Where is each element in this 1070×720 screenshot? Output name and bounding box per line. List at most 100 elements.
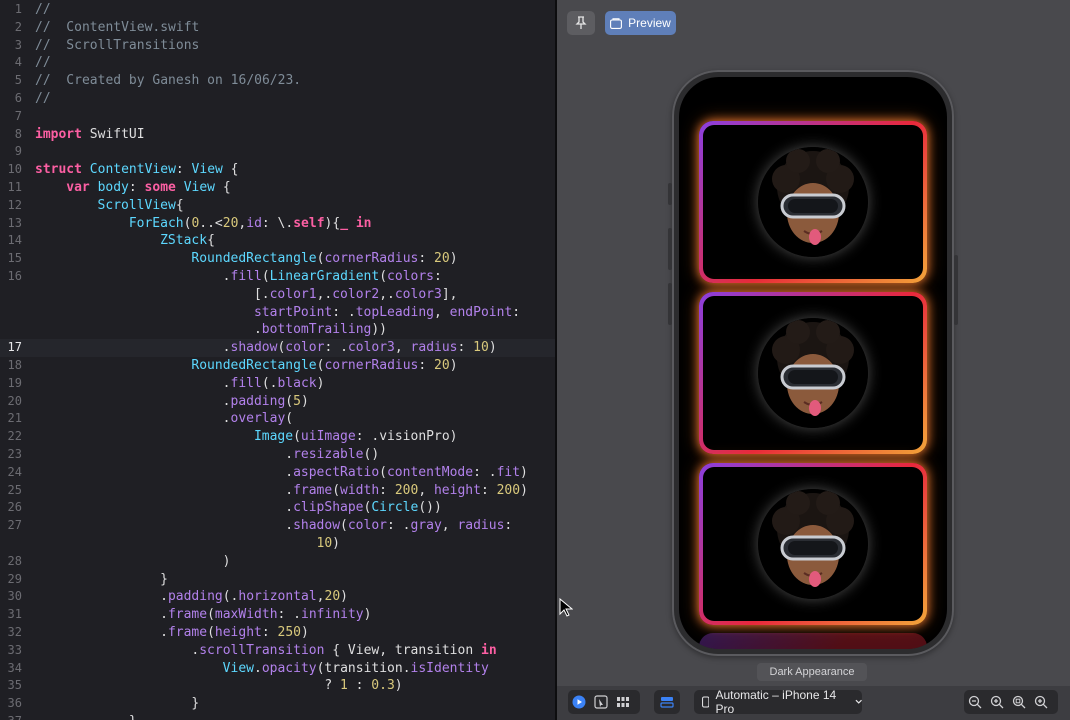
line-number: 17 [7, 340, 22, 355]
code-line[interactable]: 19 .fill(.black) [0, 375, 555, 393]
zoom-fit-button[interactable] [1008, 691, 1030, 713]
code-token: 200 [394, 482, 419, 498]
code-line[interactable]: 5 // Created by Ganesh on 16/06/23. [0, 72, 555, 90]
line-number: 29 [7, 571, 22, 586]
variants-button[interactable] [612, 691, 634, 713]
code-token: ZStack [160, 233, 208, 249]
pin-button[interactable] [567, 11, 595, 35]
code-line[interactable]: 10) [0, 535, 555, 553]
memoji-vision-pro-image [758, 489, 868, 599]
code-line[interactable]: 17 .shadow(color: .color3, radius: 10) [0, 339, 555, 357]
code-text: } [191, 695, 199, 713]
code-line[interactable]: 35? 1 : 0.3) [0, 677, 555, 695]
code-line[interactable]: 18 RoundedRectangle(cornerRadius: 20) [0, 357, 555, 375]
line-number: 27 [7, 518, 22, 533]
code-token: , [418, 482, 434, 498]
phone-screen[interactable] [679, 77, 947, 649]
code-line[interactable]: 31 .frame(maxWidth: .infinity) [0, 606, 555, 624]
code-token: SwiftUI [81, 126, 145, 142]
code-token: , [434, 304, 450, 320]
code-token: 20 [222, 215, 239, 231]
code-line[interactable]: 26 .clipShape(Circle()) [0, 499, 555, 517]
code-token: : . [277, 607, 302, 623]
code-line[interactable]: 30 .padding(.horizontal,20) [0, 588, 555, 606]
code-token: frame [167, 607, 208, 623]
code-line[interactable]: 32 .frame(height: 250) [0, 624, 555, 642]
line-number: 16 [7, 269, 22, 283]
code-line[interactable]: 2 // ContentView.swift [0, 19, 555, 37]
code-line[interactable]: 14 ZStack{ [0, 232, 555, 250]
code-line[interactable]: 33 .scrollTransition { View, transition i… [0, 642, 555, 660]
code-line[interactable]: 21 .overlay( [0, 410, 555, 428]
scroll-card-peek [699, 633, 927, 649]
code-token: ) [449, 251, 458, 267]
code-token: color3 [347, 340, 395, 356]
code-line[interactable]: 15 RoundedRectangle(cornerRadius: 20) [0, 250, 555, 268]
code-line[interactable]: 1 // [0, 1, 555, 19]
code-token: fill [230, 375, 262, 391]
code-line[interactable]: 12 ScrollView{ [0, 197, 555, 215]
code-line[interactable]: 29} [0, 571, 555, 589]
code-line[interactable]: 25 .frame(width: 200, height: 200) [0, 482, 555, 500]
code-token: , [441, 518, 458, 534]
code-line[interactable]: .bottomTrailing)) [0, 321, 555, 339]
code-line[interactable]: [.color1,.color2,.color3], [0, 286, 555, 304]
code-line[interactable]: 4 // [0, 54, 555, 72]
code-token: { [215, 180, 231, 195]
device-selector[interactable]: Automatic – iPhone 14 Pro [694, 688, 862, 716]
code-line[interactable]: 7 [0, 108, 555, 126]
code-token: uiImage [300, 429, 356, 445]
line-number: 15 [7, 251, 22, 266]
code-line[interactable]: 11 var body: some View { [0, 179, 555, 197]
code-line[interactable]: 22 Image(uiImage: .visionPro) [0, 428, 555, 446]
code-line[interactable]: 13 ForEach(0..<20,id: \.self){_ in [0, 215, 555, 233]
code-token: View [183, 180, 215, 195]
code-line[interactable]: 9 [0, 143, 555, 161]
line-number: 6 [14, 91, 22, 105]
code-line[interactable]: 24 .aspectRatio(contentMode: .fit) [0, 464, 555, 482]
code-token: ..< [199, 215, 223, 231]
code-line[interactable]: 6 // [0, 90, 555, 108]
code-token: isIdentity [410, 660, 489, 676]
selectable-button[interactable] [590, 691, 612, 713]
code-line[interactable]: 36} [0, 695, 555, 713]
code-editor[interactable]: 1 // 2 // ContentView.swift 3 // ScrollTransi… [0, 0, 555, 720]
code-token: var [66, 180, 90, 195]
zoom-actual-button[interactable] [1030, 691, 1052, 713]
code-line[interactable]: 23 .resizable() [0, 446, 555, 464]
preview-button[interactable]: Preview [605, 11, 676, 35]
code-text: ScrollView{ [98, 197, 184, 215]
code-line[interactable]: 16 .fill(LinearGradient(colors: [0, 268, 555, 286]
code-line[interactable]: 8 import SwiftUI [0, 126, 555, 144]
code-token: ( [379, 269, 388, 284]
code-text: // [35, 90, 51, 108]
pin-icon [575, 16, 587, 29]
code-token: horizontal [238, 589, 317, 605]
code-line[interactable]: 10 struct ContentView: View { [0, 161, 555, 179]
code-line[interactable]: 3 // ScrollTransitions [0, 37, 555, 55]
device-settings-button[interactable] [654, 690, 680, 714]
code-text: ForEach(0..<20,id: \.self){_ in [129, 215, 372, 233]
code-text: .scrollTransition { View, transition in [191, 642, 496, 660]
zoom-out-button[interactable] [964, 691, 986, 713]
variants-icon [617, 697, 629, 707]
zoom-in-button[interactable] [986, 691, 1008, 713]
code-line[interactable]: 28) [0, 553, 555, 571]
line-number: 7 [14, 108, 22, 123]
line-number: 24 [7, 464, 22, 479]
code-token: : [347, 678, 372, 694]
line-number: 34 [7, 660, 22, 675]
scroll-card [699, 463, 927, 625]
live-preview-button[interactable] [568, 691, 590, 713]
code-line[interactable]: 20 .padding(5) [0, 393, 555, 411]
zoom-in-icon [990, 695, 1004, 709]
code-line[interactable]: startPoint: .topLeading, endPoint: [0, 304, 555, 322]
code-token: clipShape [293, 500, 364, 516]
code-line[interactable]: 34 View.opacity(transition.isIdentity [0, 660, 555, 678]
code-line[interactable]: 27 .shadow(color: .gray, radius: [0, 517, 555, 535]
code-token: in [481, 642, 497, 658]
line-number: 5 [14, 73, 22, 88]
code-text: Image(uiImage: .visionPro) [254, 428, 458, 446]
code-token: 5 [293, 393, 301, 409]
code-line[interactable]: 37} [0, 713, 555, 720]
